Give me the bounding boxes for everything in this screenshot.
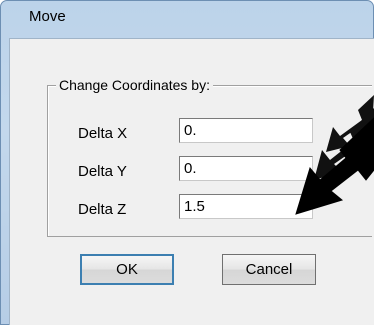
delta-y-input[interactable] <box>179 156 313 181</box>
delta-x-label: Delta X <box>78 125 128 142</box>
title-bar[interactable]: Move <box>1 1 373 29</box>
cancel-button[interactable]: Cancel <box>222 254 316 285</box>
ok-button[interactable]: OK <box>80 254 174 285</box>
group-label: Change Coordinates by: <box>56 76 213 94</box>
delta-y-label: Delta Y <box>78 163 127 180</box>
delta-z-label: Delta Z <box>78 201 127 218</box>
delta-z-input[interactable] <box>179 194 313 219</box>
delta-x-input[interactable] <box>179 118 313 143</box>
window-title: Move <box>29 8 66 25</box>
